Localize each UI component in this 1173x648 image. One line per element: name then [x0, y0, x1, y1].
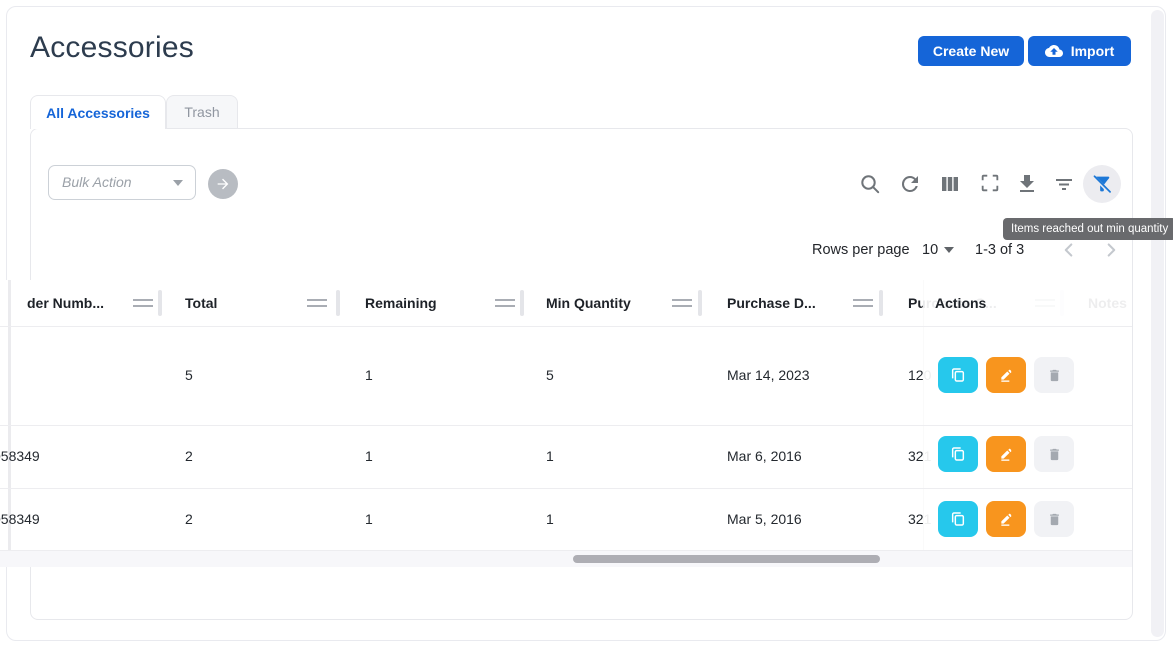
columns-icon[interactable] — [938, 172, 962, 196]
edit-button[interactable] — [986, 501, 1026, 537]
cell-order-number: 058349 — [0, 488, 62, 551]
filter-tooltip: Items reached out min quantity — [1003, 218, 1173, 240]
cell-purchase-date: Mar 5, 2016 — [727, 488, 802, 551]
row-divider — [923, 550, 1132, 551]
tab-trash-label: Trash — [184, 104, 219, 120]
cell-min-quantity: 5 — [546, 326, 554, 425]
tab-all-accessories-label: All Accessories — [46, 105, 150, 121]
bulk-action-placeholder: Bulk Action — [62, 166, 132, 199]
tab-trash[interactable]: Trash — [166, 95, 238, 128]
cell-remaining: 1 — [365, 425, 373, 488]
column-separator — [879, 290, 883, 316]
row-divider — [923, 488, 1132, 489]
search-icon[interactable] — [858, 172, 882, 196]
cell-total: 2 — [185, 488, 193, 551]
next-page-icon[interactable] — [1100, 239, 1122, 261]
import-button[interactable]: Import — [1028, 36, 1131, 66]
pagination-range: 1-3 of 3 — [975, 238, 1024, 262]
copy-icon — [950, 511, 966, 527]
column-separator — [520, 290, 524, 316]
cell-purchase-date: Mar 6, 2016 — [727, 425, 802, 488]
column-separator — [698, 290, 702, 316]
fullscreen-icon[interactable] — [978, 172, 1002, 196]
copy-button[interactable] — [938, 357, 978, 393]
copy-icon — [950, 446, 966, 462]
delete-button[interactable] — [1034, 436, 1074, 472]
create-new-button[interactable]: Create New — [918, 36, 1024, 66]
cell-purchase-date: Mar 14, 2023 — [727, 326, 810, 425]
delete-button[interactable] — [1034, 501, 1074, 537]
cloud-upload-icon — [1045, 42, 1063, 60]
download-icon[interactable] — [1015, 172, 1039, 196]
edit-button[interactable] — [986, 357, 1026, 393]
column-separator — [336, 290, 340, 316]
trash-icon — [1047, 368, 1062, 383]
cell-min-quantity: 1 — [546, 488, 554, 551]
horizontal-scrollbar-thumb[interactable] — [573, 555, 880, 563]
create-new-label: Create New — [933, 43, 1009, 59]
column-header-total[interactable]: Total — [185, 280, 217, 326]
column-resize-handle-icon[interactable] — [672, 299, 692, 307]
cell-remaining: 1 — [365, 326, 373, 425]
rows-per-page-label: Rows per page — [812, 238, 910, 262]
arrow-forward-icon — [215, 176, 231, 192]
page-size-chevron-down-icon[interactable] — [944, 247, 954, 253]
chevron-down-icon — [173, 180, 183, 186]
column-resize-handle-icon[interactable] — [853, 299, 873, 307]
previous-page-icon[interactable] — [1058, 239, 1080, 261]
column-separator — [158, 290, 162, 316]
column-resize-handle-icon[interactable] — [495, 299, 515, 307]
column-header-order-number[interactable]: der Numb... — [27, 280, 104, 326]
tab-all-accessories[interactable]: All Accessories — [30, 95, 166, 129]
edit-pencil-icon — [998, 367, 1014, 383]
column-resize-handle-icon[interactable] — [133, 299, 153, 307]
filter-icon[interactable] — [1052, 172, 1076, 196]
column-header-remaining[interactable]: Remaining — [365, 280, 437, 326]
trash-icon — [1047, 447, 1062, 462]
cell-min-quantity: 1 — [546, 425, 554, 488]
bulk-action-go-button[interactable] — [208, 169, 238, 199]
column-header-min-quantity[interactable]: Min Quantity — [546, 280, 631, 326]
row-divider — [923, 326, 1132, 327]
cell-total: 5 — [185, 326, 193, 425]
column-header-purchase-date[interactable]: Purchase D... — [727, 280, 816, 326]
edit-pencil-icon — [998, 446, 1014, 462]
bulk-action-select[interactable]: Bulk Action — [48, 165, 196, 200]
delete-button[interactable] — [1034, 357, 1074, 393]
filter-off-icon[interactable] — [1083, 165, 1121, 203]
page-size-value[interactable]: 10 — [922, 238, 938, 262]
row-divider — [923, 425, 1132, 426]
copy-icon — [950, 367, 966, 383]
import-label: Import — [1071, 43, 1115, 59]
copy-button[interactable] — [938, 501, 978, 537]
cell-total: 2 — [185, 425, 193, 488]
copy-button[interactable] — [938, 436, 978, 472]
trash-icon — [1047, 512, 1062, 527]
horizontal-scrollbar-track[interactable] — [0, 551, 1132, 567]
vertical-scrollbar[interactable] — [1151, 10, 1164, 637]
edit-pencil-icon — [998, 511, 1014, 527]
edit-button[interactable] — [986, 436, 1026, 472]
refresh-icon[interactable] — [898, 172, 922, 196]
column-header-actions: Actions — [935, 280, 986, 326]
cell-remaining: 1 — [365, 488, 373, 551]
accessories-page: Accessories Create New Import All Access… — [0, 0, 1173, 648]
cell-order-number: 058349 — [0, 425, 62, 488]
column-resize-handle-icon[interactable] — [307, 299, 327, 307]
page-title: Accessories — [30, 31, 194, 65]
